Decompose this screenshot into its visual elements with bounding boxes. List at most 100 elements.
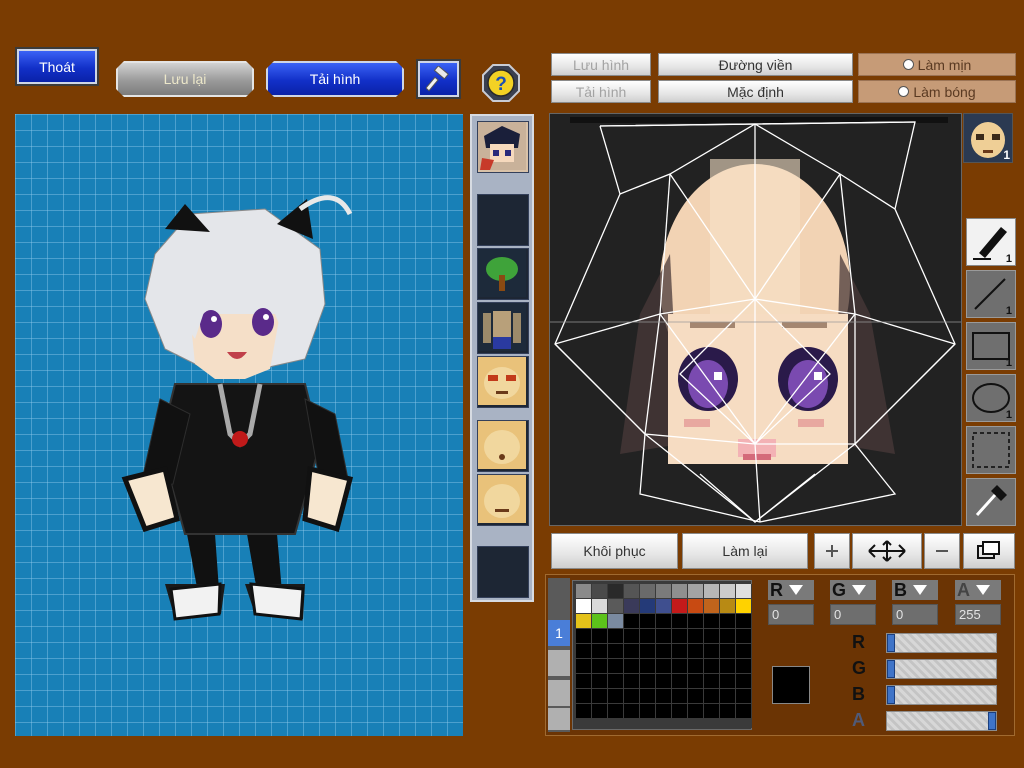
palette-swatch[interactable] xyxy=(640,644,655,658)
palette-swatch[interactable] xyxy=(576,644,591,658)
palette-swatch[interactable] xyxy=(640,704,655,718)
palette-swatch[interactable] xyxy=(736,659,751,673)
move-button[interactable] xyxy=(852,533,922,569)
palette-swatch[interactable] xyxy=(672,674,687,688)
default-button[interactable]: Mặc định xyxy=(658,80,853,103)
palette-swatch[interactable] xyxy=(640,689,655,703)
line-tool[interactable]: 1 xyxy=(966,270,1016,318)
palette-swatch[interactable] xyxy=(656,674,671,688)
part-thumb-character[interactable] xyxy=(477,121,529,173)
palette-swatch[interactable] xyxy=(640,614,655,628)
palette-swatch[interactable] xyxy=(656,629,671,643)
palette-swatch[interactable] xyxy=(704,659,719,673)
palette-swatch[interactable] xyxy=(672,689,687,703)
palette-swatch[interactable] xyxy=(624,689,639,703)
palette-swatch[interactable] xyxy=(576,599,591,613)
palette-swatch[interactable] xyxy=(704,644,719,658)
palette-swatch[interactable] xyxy=(736,674,751,688)
palette-tab-4[interactable] xyxy=(548,708,570,730)
palette-swatch[interactable] xyxy=(672,614,687,628)
palette-swatch[interactable] xyxy=(704,599,719,613)
load-image-button[interactable]: Tải hình xyxy=(551,80,651,103)
palette-swatch[interactable] xyxy=(720,629,735,643)
rectangle-tool[interactable]: 1 xyxy=(966,322,1016,370)
palette-swatch[interactable] xyxy=(672,704,687,718)
palette-swatch[interactable] xyxy=(704,704,719,718)
palette-swatch[interactable] xyxy=(640,599,655,613)
palette-swatch[interactable] xyxy=(688,614,703,628)
ellipse-tool[interactable]: 1 xyxy=(966,374,1016,422)
palette-swatch[interactable] xyxy=(720,674,735,688)
palette-swatch[interactable] xyxy=(688,599,703,613)
palette-swatch[interactable] xyxy=(688,629,703,643)
palette-swatch[interactable] xyxy=(720,659,735,673)
palette-swatch[interactable] xyxy=(736,614,751,628)
minus-button[interactable] xyxy=(924,533,960,569)
g-dropdown-icon[interactable] xyxy=(852,585,867,595)
part-thumb-empty-1[interactable] xyxy=(477,194,529,246)
part-thumb-head-angry[interactable] xyxy=(477,356,529,408)
palette-swatch[interactable] xyxy=(656,584,671,598)
palette-swatch[interactable] xyxy=(592,599,607,613)
part-thumb-head-nose[interactable] xyxy=(477,474,529,526)
palette-swatch[interactable] xyxy=(576,614,591,628)
palette-swatch[interactable] xyxy=(576,584,591,598)
palette-swatch[interactable] xyxy=(656,599,671,613)
palette-swatch[interactable] xyxy=(720,689,735,703)
outline-button[interactable]: Đường viền xyxy=(658,53,853,76)
palette-swatch[interactable] xyxy=(704,614,719,628)
palette-swatch[interactable] xyxy=(592,629,607,643)
palette-swatch[interactable] xyxy=(576,689,591,703)
palette-swatch[interactable] xyxy=(704,674,719,688)
palette-swatch[interactable] xyxy=(608,614,623,628)
palette-swatch[interactable] xyxy=(608,629,623,643)
palette-swatch[interactable] xyxy=(624,614,639,628)
exit-button[interactable]: Thoát xyxy=(15,47,99,86)
palette-swatch[interactable] xyxy=(720,644,735,658)
texture-canvas[interactable] xyxy=(549,113,962,526)
add-button[interactable] xyxy=(814,533,850,569)
palette-swatch[interactable] xyxy=(688,644,703,658)
select-tool[interactable] xyxy=(966,426,1016,474)
palette-swatch[interactable] xyxy=(656,704,671,718)
palette-swatch[interactable] xyxy=(736,644,751,658)
palette-swatch[interactable] xyxy=(624,644,639,658)
palette-swatch[interactable] xyxy=(624,599,639,613)
palette-swatch[interactable] xyxy=(608,584,623,598)
palette-swatch[interactable] xyxy=(624,674,639,688)
part-thumb-empty-2[interactable] xyxy=(477,546,529,598)
palette-swatch[interactable] xyxy=(672,659,687,673)
palette-swatch[interactable] xyxy=(624,659,639,673)
palette-swatch[interactable] xyxy=(736,629,751,643)
part-thumb-head-plain[interactable] xyxy=(477,420,529,472)
palette-swatch[interactable] xyxy=(576,659,591,673)
palette-swatch[interactable] xyxy=(672,584,687,598)
part-thumb-body[interactable] xyxy=(477,302,529,354)
layer-button[interactable] xyxy=(963,533,1015,569)
hammer-button[interactable] xyxy=(416,59,461,99)
palette-swatch[interactable] xyxy=(720,614,735,628)
pen-tool[interactable]: 1 xyxy=(966,218,1016,266)
palette-swatch[interactable] xyxy=(592,614,607,628)
reload-button[interactable]: Tải hình xyxy=(266,61,404,97)
palette-swatch[interactable] xyxy=(624,629,639,643)
palette-swatch[interactable] xyxy=(656,614,671,628)
palette-swatch[interactable] xyxy=(592,659,607,673)
r-dropdown-icon[interactable] xyxy=(789,585,803,595)
palette-swatch[interactable] xyxy=(608,644,623,658)
restore-button[interactable]: Khôi phục xyxy=(551,533,678,569)
r-slider-thumb[interactable] xyxy=(887,634,895,652)
palette-swatch[interactable] xyxy=(672,599,687,613)
palette-swatch[interactable] xyxy=(640,629,655,643)
palette-swatch[interactable] xyxy=(576,629,591,643)
palette-swatch[interactable] xyxy=(656,644,671,658)
b-slider[interactable] xyxy=(886,685,997,705)
palette-swatch[interactable] xyxy=(576,674,591,688)
palette-swatch[interactable] xyxy=(704,689,719,703)
palette-swatch[interactable] xyxy=(624,704,639,718)
g-value-input[interactable]: 0 xyxy=(830,604,876,625)
palette-swatch[interactable] xyxy=(688,674,703,688)
palette-swatch[interactable] xyxy=(592,704,607,718)
palette-swatch[interactable] xyxy=(688,704,703,718)
palette-swatch[interactable] xyxy=(736,584,751,598)
